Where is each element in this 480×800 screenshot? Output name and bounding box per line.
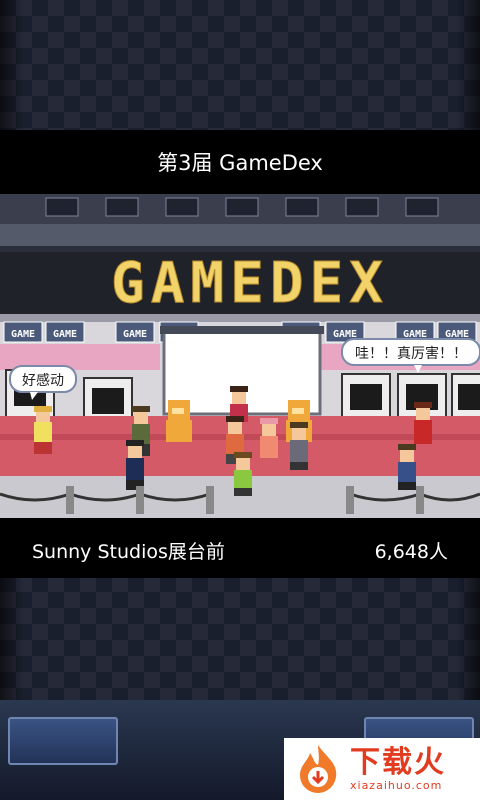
visitor-3 bbox=[126, 440, 144, 490]
visitor-10 bbox=[398, 444, 416, 490]
visitor-9 bbox=[414, 402, 432, 444]
svg-text:哇！！真厉害！！: 哇！！真厉害！！ bbox=[355, 346, 467, 362]
svg-text:GAME: GAME bbox=[123, 329, 147, 340]
visitor-7 bbox=[260, 418, 278, 458]
visitor-8 bbox=[290, 422, 308, 470]
visitor-6 bbox=[234, 452, 252, 496]
watermark-title: 下载火 bbox=[350, 744, 446, 780]
svg-text:好感动: 好感动 bbox=[22, 372, 64, 389]
svg-text:GAME: GAME bbox=[53, 329, 77, 340]
mascot-bear-left bbox=[166, 400, 192, 442]
banner-text: GAMEDEX bbox=[111, 251, 389, 316]
event-title-bar: 第3届 GameDex bbox=[0, 130, 480, 194]
fire-logo-icon bbox=[300, 745, 337, 793]
event-title: 第3届 GameDex bbox=[157, 151, 323, 175]
svg-text:GAME: GAME bbox=[11, 329, 35, 340]
studio-label: Sunny Studios展台前 bbox=[32, 541, 225, 563]
visitor-1 bbox=[34, 406, 52, 454]
expo-scene[interactable]: GAMEDEX GAME GAME GAME GAME GAME GAME GA… bbox=[0, 194, 480, 518]
left-menu-button[interactable] bbox=[8, 717, 118, 765]
visitor-count: 6,648人 bbox=[374, 541, 448, 563]
watermark-url: xiazaihuo.com bbox=[350, 778, 443, 792]
watermark: 下载火 xiazaihuo.com bbox=[284, 738, 480, 800]
booth-info-bar: Sunny Studios展台前 6,648人 bbox=[0, 518, 480, 578]
